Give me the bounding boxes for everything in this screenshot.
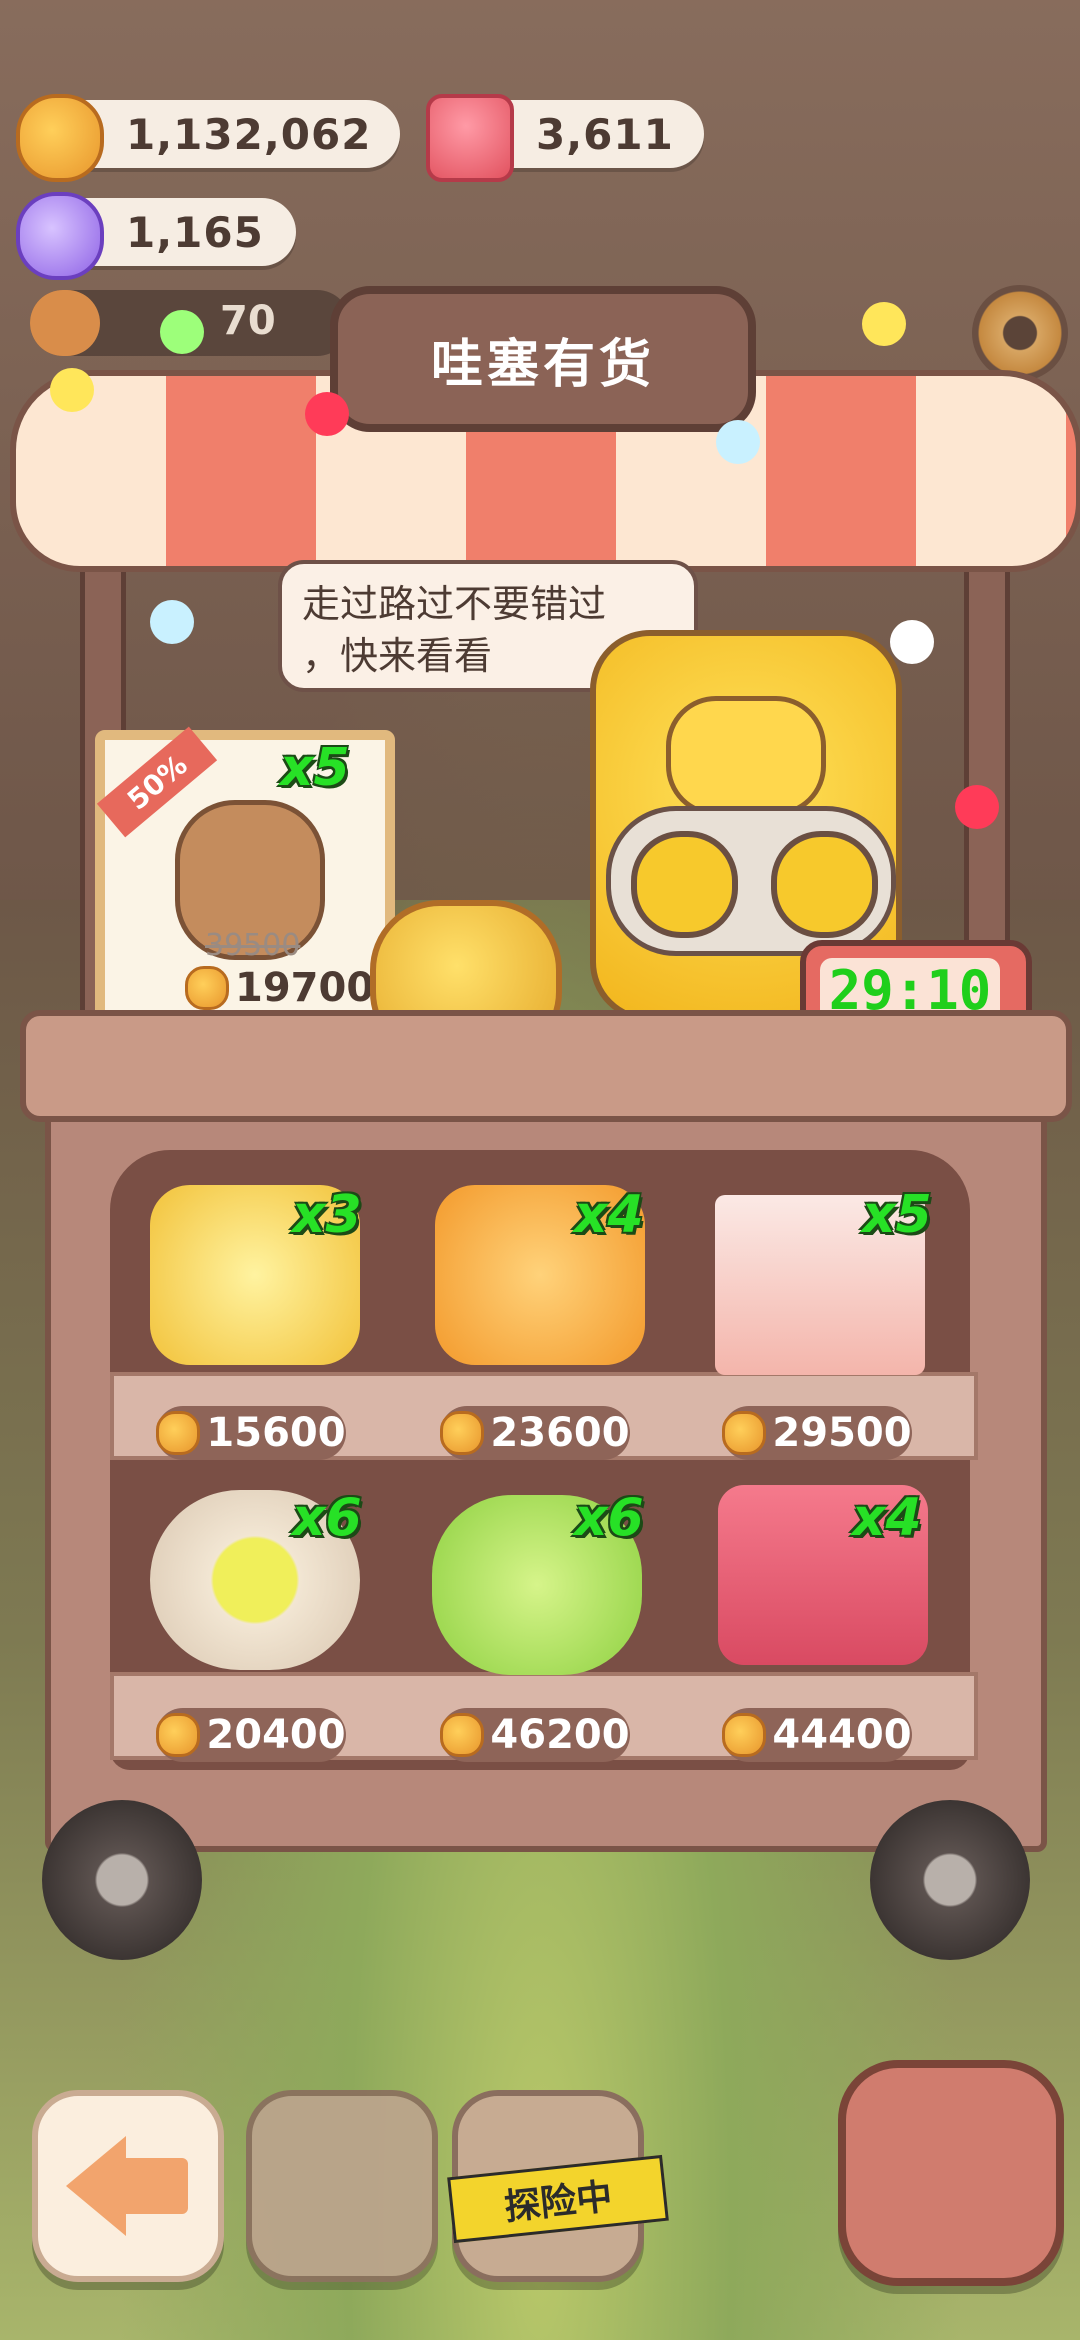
cookie-coin-icon [722,1713,767,1757]
exploring-button[interactable]: 探险中 [447,2090,669,2282]
goggle-eye-icon [771,831,878,938]
item-quantity: x4 [852,1488,922,1548]
cookie-coin-icon [156,1411,201,1455]
item-price[interactable]: 23600 [440,1406,630,1460]
goggle-eye-icon [631,831,738,938]
cookie-coin-icon [156,1713,201,1757]
item-quantity: x3 [292,1185,362,1245]
cookie-counter: 1,132,062 [16,94,400,182]
candle-icon [426,94,514,182]
cookie-coin-icon [440,1411,485,1455]
candle-counter: 3,611 [426,94,704,182]
exploring-label: 探险中 [447,2154,669,2244]
item-quantity: x6 [574,1488,644,1548]
shop-title: 哇塞有货 [430,334,655,395]
cookie-coin-icon [440,1713,485,1757]
candy-counter: 1,165 [16,192,296,280]
light-bulb [150,600,194,644]
featured-price: 19700 [185,965,374,1011]
back-arrow-icon [66,2136,126,2236]
item-quantity: x6 [292,1488,362,1548]
announcement-count: 70 [220,298,276,344]
cookie-coin-icon [722,1411,767,1455]
item-price[interactable]: 44400 [722,1708,912,1762]
cart-wheel-left [42,1800,202,1960]
item-price[interactable]: 29500 [722,1406,912,1460]
pig-hat-icon [666,696,826,816]
speech-line-1: 走过路过不要错过 [302,582,607,626]
light-bulb [305,392,349,436]
featured-old-price: 39500 [205,928,301,963]
light-bulb [50,368,94,412]
item-quantity: x5 [862,1185,932,1245]
theater-button[interactable] [838,2060,1064,2286]
shop-counter [20,1010,1072,1122]
light-bulb [862,302,906,346]
light-bulb [955,785,999,829]
candle-amount: 3,611 [536,109,674,159]
cookie-icon [16,94,104,182]
featured-quantity: x5 [280,738,350,798]
light-bulb [890,620,934,664]
shop-title-sign: 哇塞有货 [330,286,756,432]
light-bulb [716,420,760,464]
shopkeeper-face [606,806,896,956]
cookie-amount: 1,132,062 [126,109,372,159]
candy-icon [16,192,104,280]
diary-button[interactable] [246,2090,438,2282]
featured-new-price: 19700 [235,965,375,1011]
item-quantity: x4 [574,1185,644,1245]
cart-wheel-right [870,1800,1030,1960]
candy-amount: 1,165 [126,207,264,257]
cookie-coin-icon [185,966,229,1010]
item-price[interactable]: 15600 [156,1406,346,1460]
item-price[interactable]: 20400 [156,1708,346,1762]
back-button[interactable] [32,2090,224,2282]
light-bulb [160,310,204,354]
item-price[interactable]: 46200 [440,1708,630,1762]
